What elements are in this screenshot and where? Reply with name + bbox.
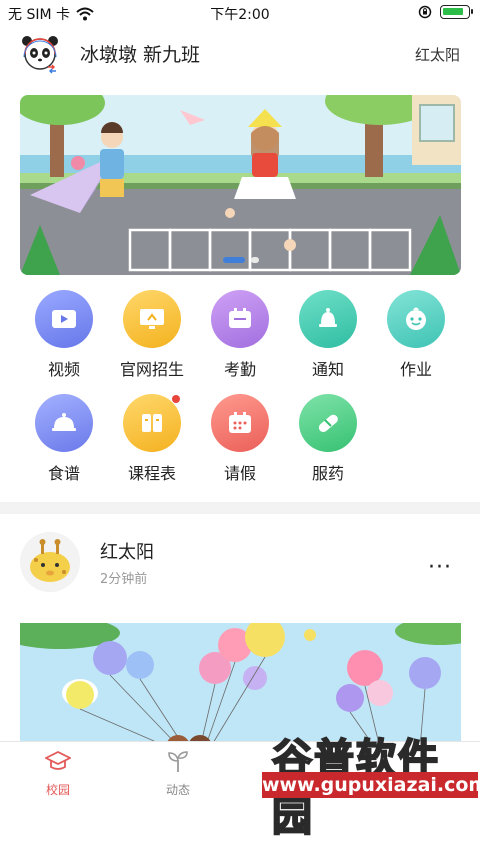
- school-class-title[interactable]: 冰墩墩 新九班: [80, 40, 200, 67]
- monitor-icon: [123, 290, 181, 348]
- grid-label: 服药: [311, 464, 344, 483]
- notification-dot: [172, 395, 180, 403]
- grid-item-homework[interactable]: 作业: [376, 290, 456, 380]
- grid-label: 官网招生: [119, 360, 184, 379]
- grid-item-recipe[interactable]: 食谱: [24, 394, 104, 484]
- battery-icon: [440, 5, 473, 19]
- baby-face-icon: [387, 290, 445, 348]
- grid-item-video[interactable]: 视频: [24, 290, 104, 380]
- status-bar: 无 SIM 卡 下午2:00: [0, 0, 480, 26]
- grid-label: 食谱: [47, 464, 80, 483]
- grid-label: 课程表: [127, 464, 176, 483]
- carousel-dot-active[interactable]: [222, 257, 245, 263]
- bell-icon: [299, 290, 357, 348]
- giraffe-avatar-icon: [20, 532, 80, 592]
- attendance-icon: [211, 290, 269, 348]
- status-right: [418, 5, 473, 19]
- post-author-avatar[interactable]: [20, 532, 80, 592]
- watermark-url: www.gupuxiazai.com: [262, 772, 480, 798]
- grid-item-notice[interactable]: 通知: [288, 290, 368, 380]
- banner-carousel[interactable]: [20, 95, 461, 275]
- calendar-icon: [211, 394, 269, 452]
- grid-label: 请假: [223, 464, 256, 483]
- more-options-button[interactable]: ···: [428, 555, 452, 580]
- tab-label: 校园: [45, 783, 70, 797]
- grid-item-medicine[interactable]: 服药: [288, 394, 368, 484]
- video-icon: [35, 290, 93, 348]
- grid-item-leave[interactable]: 请假: [200, 394, 280, 484]
- watermark: 谷普软件园 www.gupuxiazai.com: [258, 722, 480, 841]
- grid-label: 通知: [311, 360, 344, 379]
- section-divider: [0, 502, 480, 514]
- panda-avatar-icon[interactable]: [18, 34, 62, 74]
- tab-label: 动态: [165, 783, 190, 797]
- carousel-indicator[interactable]: [20, 257, 461, 263]
- status-time: 下午2:00: [210, 7, 270, 23]
- tab-campus[interactable]: 校园: [18, 748, 98, 798]
- banner-illustration: [20, 95, 461, 275]
- grid-item-admissions[interactable]: 官网招生: [112, 290, 192, 380]
- grid-label: 作业: [399, 360, 432, 379]
- grid-label: 考勤: [223, 360, 256, 379]
- rotation-lock-icon: [418, 5, 432, 19]
- cloche-icon: [35, 394, 93, 452]
- grid-item-attendance[interactable]: 考勤: [200, 290, 280, 380]
- grid-label: 视频: [47, 360, 80, 379]
- post-timestamp: 2分钟前: [100, 572, 148, 587]
- book-icon: [123, 394, 181, 452]
- sprout-icon: [168, 751, 188, 772]
- carousel-dot[interactable]: [250, 257, 259, 263]
- grid-item-timetable[interactable]: 课程表: [112, 394, 192, 484]
- pill-icon: [299, 394, 357, 452]
- user-name[interactable]: 红太阳: [415, 44, 460, 65]
- tab-feed[interactable]: 动态: [138, 748, 218, 798]
- header: 冰墩墩 新九班 红太阳: [0, 28, 480, 80]
- graduation-cap-icon: [43, 750, 73, 770]
- post-author-name: 红太阳: [100, 542, 154, 563]
